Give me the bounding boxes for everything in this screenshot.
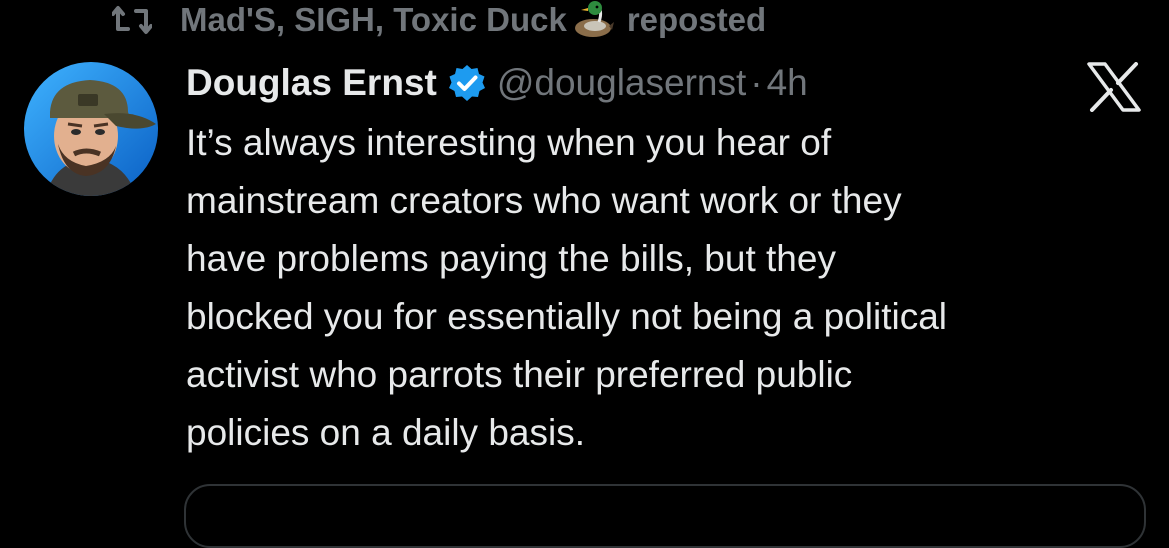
- tweet-text-line: have problems paying the bills, but they: [186, 238, 836, 279]
- display-name[interactable]: Douglas Ernst: [186, 62, 437, 104]
- tweet-header: Douglas Ernst @douglasernst · 4h: [186, 58, 808, 108]
- tweet-text-line: policies on a daily basis.: [186, 412, 585, 453]
- timestamp[interactable]: 4h: [767, 62, 808, 104]
- verified-badge-icon[interactable]: [447, 63, 487, 103]
- tweet-text-line: mainstream creators who want work or the…: [186, 180, 902, 221]
- duck-emoji-icon: [569, 0, 615, 40]
- dot-separator: ·: [750, 62, 763, 103]
- repost-context[interactable]: Mad'S, SIGH, Toxic Duck reposted: [112, 0, 766, 40]
- tweet-text-line: activist who parrots their preferred pub…: [186, 354, 853, 395]
- tweet-text-line: blocked you for essentially not being a …: [186, 296, 948, 337]
- repost-names: Mad'S, SIGH, Toxic Duck: [180, 1, 567, 38]
- tweet-text: It’s always interesting when you hear of…: [186, 114, 1146, 462]
- tweet-text-line: It’s always interesting when you hear of: [186, 122, 832, 163]
- user-handle[interactable]: @douglasernst: [497, 62, 746, 104]
- avatar[interactable]: [24, 62, 158, 196]
- x-logo-icon: [1086, 62, 1142, 112]
- repost-suffix: reposted: [626, 1, 767, 38]
- quoted-tweet-card[interactable]: [184, 484, 1146, 548]
- repost-icon: [112, 3, 152, 37]
